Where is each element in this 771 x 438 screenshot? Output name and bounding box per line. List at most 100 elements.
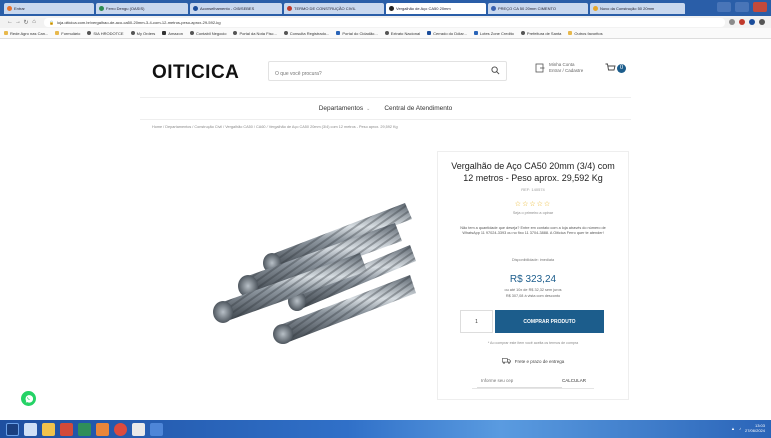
- product-sku: REF: 140574: [521, 187, 545, 192]
- cep-divider: [472, 388, 594, 389]
- chrome-icon[interactable]: [114, 422, 127, 436]
- search-box: [268, 61, 507, 83]
- account-text: Minha Conta Entrar / Cadastre: [549, 62, 584, 73]
- menu-support[interactable]: Central de Atendimento: [384, 105, 452, 112]
- bookmark-item[interactable]: Formulário: [55, 31, 80, 36]
- profile-avatar-icon[interactable]: [749, 19, 755, 25]
- reload-icon[interactable]: ↻: [22, 19, 30, 26]
- excel-icon[interactable]: [96, 422, 109, 436]
- tab-favicon-icon: [193, 5, 198, 11]
- bookmark-item[interactable]: Portal da Nota Fisc...: [233, 31, 277, 36]
- globe-icon: [384, 31, 389, 35]
- bookmark-item[interactable]: Outros favoritos: [568, 31, 603, 36]
- clock[interactable]: 13:03 27/06/2024: [745, 423, 765, 433]
- home-icon[interactable]: ⌂: [30, 19, 38, 25]
- availability-text: Disponibilidade: imediata: [511, 258, 555, 262]
- bookmarks-bar: Rede Agro nas Can... Formulário SIA HROD…: [0, 28, 771, 39]
- rating-prompt[interactable]: Seja o primeiro a opinar: [446, 211, 620, 215]
- main-menu: Departamentos ⌄ Central de Atendimento: [0, 105, 771, 112]
- bookmark-item[interactable]: Amazon: [162, 31, 183, 36]
- close-window-button[interactable]: [753, 2, 767, 12]
- gov-icon: [336, 31, 341, 35]
- globe-icon: [283, 31, 288, 35]
- tab-favicon-icon: [389, 5, 394, 11]
- bookmark-item[interactable]: SIA HRODOTCE: [87, 31, 124, 36]
- site-logo[interactable]: OITICICA: [152, 62, 239, 84]
- bookmark-item[interactable]: Contabil Negocio: [189, 31, 226, 36]
- bookmark-item[interactable]: Consulta Registrado...: [283, 31, 329, 36]
- whatsapp-icon: [25, 395, 33, 403]
- user-account-icon: [535, 63, 545, 73]
- chevron-down-icon: ⌄: [366, 105, 371, 112]
- folder-icon: [4, 31, 8, 35]
- link-icon: [473, 31, 478, 35]
- product-title: Vergalhão de Aço CA50 20mm (3/4) com 12 …: [451, 161, 615, 183]
- browser-tab-strip: Entrar Ferro Dengu (OASIS) Aconselhament…: [0, 0, 771, 16]
- menu-divider: [140, 119, 631, 120]
- globe-icon: [520, 31, 525, 35]
- quantity-stepper[interactable]: 1: [460, 310, 493, 333]
- extension-icon[interactable]: [739, 19, 745, 25]
- bookmark-item[interactable]: Prefeitura de Santa: [520, 31, 561, 36]
- menu-dots-icon[interactable]: [759, 19, 765, 25]
- search-taskbar-icon[interactable]: [24, 422, 37, 436]
- shield-app-icon[interactable]: [60, 422, 73, 436]
- bookmark-item[interactable]: Lotes Zone Credito: [473, 31, 514, 36]
- search-input[interactable]: [269, 65, 489, 83]
- volume-icon[interactable]: ♪: [739, 426, 741, 431]
- cart-count-badge: 0: [617, 63, 626, 73]
- terms-note: * Ao comprar este item você aceita os te…: [487, 341, 579, 345]
- cep-input[interactable]: [477, 373, 562, 388]
- amazon-icon: [162, 31, 167, 35]
- globe-icon: [189, 31, 194, 35]
- browser-tab[interactable]: PREÇO CA 50 20mm CIMENTO: [488, 2, 588, 14]
- product-price: R$ 323,24: [509, 274, 557, 285]
- browser-tab[interactable]: Aconselhamento - OI5/SEBES: [190, 2, 282, 14]
- browser-tab[interactable]: Novo da Construção 50 20mm: [590, 2, 685, 14]
- bank-icon: [427, 31, 432, 35]
- globe-icon: [233, 31, 238, 35]
- media-player-icon[interactable]: [78, 422, 91, 436]
- buy-button[interactable]: COMPRAR PRODUTO: [495, 310, 604, 333]
- browser-tab[interactable]: TERMO DE CONSTRUÇÃO CIVIL: [284, 2, 384, 14]
- file-explorer-icon[interactable]: [42, 422, 55, 436]
- bookmark-item[interactable]: Rede Agro nas Can...: [4, 31, 48, 36]
- browser-tab-active[interactable]: Vergalhão de Aço CA50 20mm: [386, 2, 486, 14]
- tab-favicon-icon: [7, 5, 12, 11]
- breadcrumb[interactable]: Home / Departamentos / Construção Civil …: [152, 125, 398, 129]
- bookmark-item[interactable]: Cerrado do Dólar...: [427, 31, 467, 36]
- maximize-button[interactable]: [735, 2, 749, 12]
- system-tray: ▲ ♪ 13:03 27/06/2024: [731, 423, 765, 433]
- url-field[interactable]: 🔒 loja.oiticica.com.br/vergalhao-de-aco-…: [44, 17, 725, 27]
- start-button-icon[interactable]: [6, 422, 19, 436]
- rating-stars[interactable]: ☆☆☆☆☆: [446, 200, 620, 208]
- calculate-shipping-button[interactable]: CALCULAR: [557, 374, 591, 387]
- minimize-button[interactable]: [717, 2, 731, 12]
- explorer-icon[interactable]: [132, 422, 145, 436]
- cart-icon: [605, 63, 616, 71]
- menu-departments[interactable]: Departamentos ⌄: [319, 105, 371, 112]
- cart-button[interactable]: 0: [605, 63, 626, 73]
- browser-tab[interactable]: Ferro Dengu (OASIS): [96, 2, 188, 14]
- product-image[interactable]: [200, 195, 420, 345]
- bookmark-item[interactable]: Portal do Cidadão...: [336, 31, 378, 36]
- globe-icon: [87, 31, 92, 35]
- window-controls: [717, 2, 767, 12]
- folder-icon: [568, 31, 573, 35]
- contact-help-text: Não tem a quantidade que deseja? Entre e…: [460, 226, 606, 236]
- search-icon[interactable]: [491, 66, 500, 75]
- back-arrow-icon[interactable]: ←: [6, 19, 14, 25]
- header-divider: [140, 97, 631, 98]
- installments-text: ou até 10x de R$ 32,32 sem juros R$ 307,…: [504, 288, 562, 298]
- bookmark-item[interactable]: Extrato Nacional: [384, 31, 420, 36]
- word-icon[interactable]: [150, 422, 163, 436]
- network-icon[interactable]: ▲: [731, 426, 735, 431]
- forward-arrow-icon[interactable]: →: [14, 19, 22, 25]
- browser-tab[interactable]: Entrar: [4, 2, 94, 14]
- os-taskbar: ▲ ♪ 13:03 27/06/2024: [0, 420, 771, 438]
- lock-icon: 🔒: [49, 19, 54, 25]
- account-link[interactable]: Minha Conta Entrar / Cadastre: [535, 62, 583, 74]
- whatsapp-button[interactable]: [21, 391, 36, 406]
- bookmark-item[interactable]: My Orders: [130, 31, 155, 36]
- extension-icon[interactable]: [729, 19, 735, 25]
